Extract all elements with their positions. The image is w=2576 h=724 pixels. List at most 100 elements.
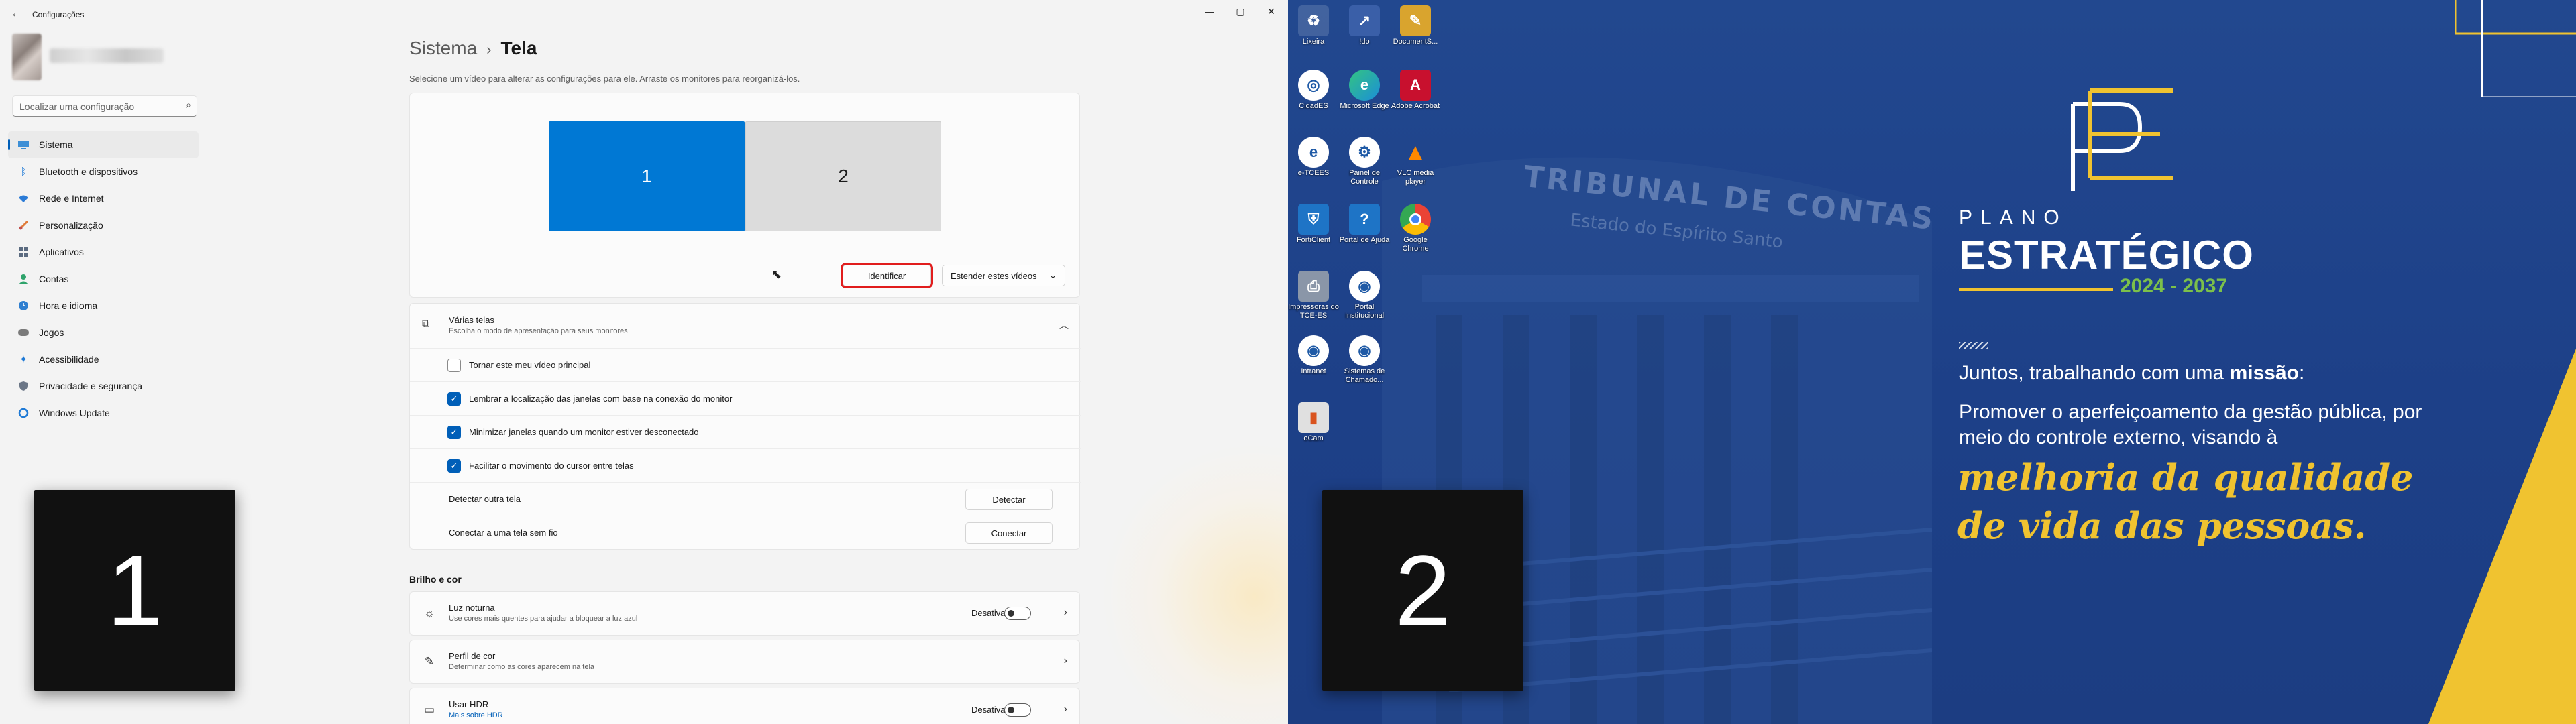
desktop-icon[interactable]: ♻ Lixeira <box>1288 3 1339 46</box>
desktop-icon-label: Intranet <box>1301 367 1326 375</box>
sidebar-item-contas[interactable]: Contas <box>8 265 199 292</box>
sidebar-item-label: Personalização <box>39 220 103 231</box>
multiple-displays-header[interactable]: ⧉ Várias telas Escolha o modo de apresen… <box>410 304 1081 348</box>
sidebar-item-jogos[interactable]: Jogos <box>8 319 199 346</box>
close-icon[interactable]: ✕ <box>1256 3 1287 20</box>
desktop-icon[interactable]: ✎ DocumentS... <box>1390 3 1441 46</box>
sidebar-item-label: Rede e Internet <box>39 193 104 204</box>
desktop-icon[interactable]: ? Portal de Ajuda <box>1339 201 1390 245</box>
display-2-tile[interactable]: 2 <box>745 121 941 231</box>
hatch-ornament <box>1959 342 1988 349</box>
desktop-icon-label: !do <box>1359 38 1370 46</box>
search-icon[interactable]: ⌕ <box>186 99 191 111</box>
back-arrow-icon[interactable]: ← <box>11 8 21 20</box>
desktop-icon[interactable]: ◉ Portal Institucional <box>1339 268 1390 320</box>
option-label: Lembrar a localização das janelas com ba… <box>469 394 733 404</box>
accessibility-icon: ✦ <box>19 354 28 365</box>
bluetooth-icon: ᛒ <box>20 166 27 178</box>
plano-estrategico-logo <box>2071 88 2174 191</box>
option-row[interactable]: ✓ Facilitar o movimento do cursor entre … <box>410 448 1081 482</box>
desktop-icon[interactable]: e Microsoft Edge <box>1339 67 1390 111</box>
night-light-card[interactable]: ☼ Luz noturna Use cores mais quentes par… <box>409 591 1080 636</box>
identify-button[interactable]: Identificar <box>843 265 931 286</box>
desktop-icon[interactable]: ◉ Intranet <box>1288 333 1339 376</box>
sidebar-item-rede[interactable]: Rede e Internet <box>8 185 199 212</box>
desktop-icon[interactable]: ◎ CidadES <box>1288 67 1339 111</box>
sidebar-item-acessibilidade[interactable]: ✦ Acessibilidade <box>8 346 199 373</box>
option-row[interactable]: ✓ Lembrar a localização das janelas com … <box>410 381 1081 415</box>
pen-icon: ✎ <box>424 655 435 668</box>
mission-intro-suffix: : <box>2298 362 2305 384</box>
desktop-icon-label: Adobe Acrobat <box>1391 102 1440 110</box>
help-portal-icon: ? <box>1349 204 1380 235</box>
ticket-icon: ◉ <box>1349 335 1380 366</box>
hdr-card[interactable]: ▭ Usar HDR Mais sobre HDR Desativado › <box>409 688 1080 724</box>
checkbox-main-display[interactable] <box>447 358 461 372</box>
desktop-icon[interactable]: ⛨ FortiClient <box>1288 201 1339 245</box>
desktop-icon-label: FortiClient <box>1296 236 1331 244</box>
desktop-icon[interactable]: e e-TCEES <box>1288 134 1339 178</box>
chevron-right-icon[interactable]: › <box>1064 655 1067 667</box>
checkbox-ease-cursor[interactable]: ✓ <box>447 459 461 473</box>
sidebar-item-label: Windows Update <box>39 408 110 418</box>
option-row[interactable]: Tornar este meu vídeo principal <box>410 348 1081 381</box>
color-profile-card[interactable]: ✎ Perfil de cor Determinar como as cores… <box>409 640 1080 684</box>
display-mode-dropdown[interactable]: Estender estes vídeos ⌄ <box>942 265 1065 286</box>
document-icon: ✎ <box>1400 5 1431 36</box>
avatar[interactable] <box>12 34 42 80</box>
desktop-icon-label: Portal Institucional <box>1344 303 1385 320</box>
mission-intro: Juntos, trabalhando com uma missão: <box>1959 362 2304 385</box>
desktop-icon[interactable]: ↗ !do <box>1339 3 1390 46</box>
ocam-icon: ▮ <box>1298 402 1329 433</box>
checkbox-remember-windows[interactable]: ✓ <box>447 391 461 406</box>
option-label: Facilitar o movimento do cursor entre te… <box>469 461 634 471</box>
desktop-icon[interactable]: ◉ Sistemas de Chamado... <box>1339 333 1390 385</box>
desktop-icon-label: VLC media player <box>1397 169 1434 186</box>
connect-button[interactable]: Conectar <box>965 522 1053 544</box>
search-box[interactable]: ⌕ <box>12 95 197 117</box>
sidebar-item-privacidade[interactable]: Privacidade e segurança <box>8 373 199 400</box>
maximize-icon[interactable]: ▢ <box>1225 3 1256 20</box>
desktop-icon[interactable]: ⚙ Painel de Controle <box>1339 134 1390 186</box>
chevron-up-icon[interactable]: ︿ <box>1059 318 1069 332</box>
sidebar-item-windows-update[interactable]: Windows Update <box>8 400 199 426</box>
sidebar-item-sistema[interactable]: Sistema <box>8 131 199 158</box>
display-arrangement-panel: 1 2 ⬉ Identificar Estender estes vídeos … <box>409 93 1080 298</box>
identify-overlay-2: 2 <box>1322 490 1523 691</box>
sidebar-item-label: Acessibilidade <box>39 354 99 365</box>
desktop-icon-label: DocumentS... <box>1393 38 1438 46</box>
sidebar-item-label: Privacidade e segurança <box>39 381 143 391</box>
hdr-title: Usar HDR <box>449 699 489 709</box>
desktop-icon-label: Lixeira <box>1302 38 1325 46</box>
minimize-icon[interactable]: — <box>1194 3 1225 20</box>
checkbox-minimize-windows[interactable]: ✓ <box>447 425 461 439</box>
multiple-displays-icon: ⧉ <box>422 318 430 330</box>
desktop-icon-label: Impressoras do TCE-ES <box>1288 303 1339 320</box>
hdr-link[interactable]: Mais sobre HDR <box>449 711 503 719</box>
search-input[interactable] <box>19 100 174 113</box>
chevron-right-icon[interactable]: › <box>1064 607 1067 619</box>
chrome-icon <box>1400 204 1431 235</box>
option-row[interactable]: ✓ Minimizar janelas quando um monitor es… <box>410 415 1081 448</box>
desktop-icon[interactable]: ▮ oCam <box>1288 400 1339 443</box>
sidebar-item-aplicativos[interactable]: Aplicativos <box>8 239 199 265</box>
breadcrumb-parent[interactable]: Sistema <box>409 38 477 58</box>
night-light-toggle[interactable] <box>1004 607 1031 620</box>
desktop-icon-label: e-TCEES <box>1297 169 1330 177</box>
printer-icon: ⎙ <box>1298 271 1329 302</box>
display-1-tile[interactable]: 1 <box>549 121 745 231</box>
color-profile-description: Determinar como as cores aparecem na tel… <box>449 663 595 671</box>
desktop-icon[interactable]: ⎙ Impressoras do TCE-ES <box>1288 268 1339 320</box>
sidebar-item-bluetooth[interactable]: ᛒ Bluetooth e dispositivos <box>8 158 199 185</box>
chevron-right-icon[interactable]: › <box>1064 703 1067 715</box>
desktop-icon[interactable]: Google Chrome <box>1390 201 1441 253</box>
window-title: Configurações <box>32 10 85 19</box>
desktop-icon[interactable]: A Adobe Acrobat <box>1390 67 1441 111</box>
hdr-toggle[interactable] <box>1004 703 1031 717</box>
connect-row: Conectar a uma tela sem fio Conectar <box>410 516 1081 549</box>
desktop-icon[interactable]: ▲ VLC media player <box>1390 134 1441 186</box>
sidebar-item-hora[interactable]: Hora e idioma <box>8 292 199 319</box>
sidebar-item-personalizacao[interactable]: Personalização <box>8 212 199 239</box>
detect-button[interactable]: Detectar <box>965 489 1053 510</box>
desktop-icon-label: Google Chrome <box>1402 236 1429 253</box>
